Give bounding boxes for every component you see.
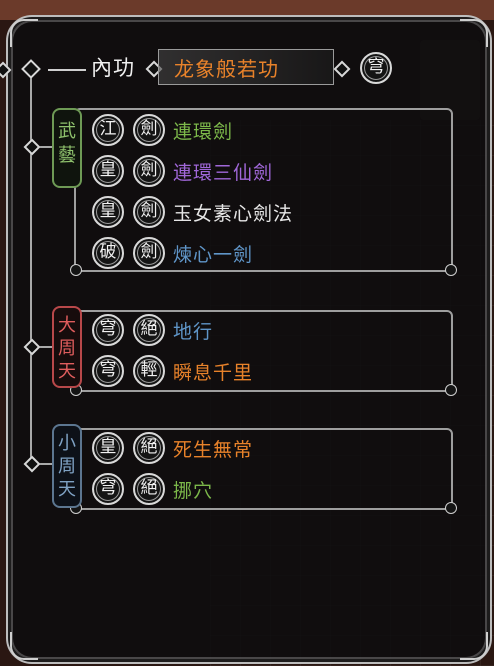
skill-type-badge: 劍 — [133, 155, 165, 187]
skill-type-badge: 劍 — [133, 196, 165, 228]
tag-char: 天 — [58, 361, 76, 382]
skill-slot[interactable]: 連環三仙劍 — [173, 158, 273, 185]
corner-ornament-icon — [445, 502, 457, 514]
skill-school-badge: 皇 — [92, 196, 124, 228]
skill-type-badge: 輕 — [133, 355, 165, 387]
martial-arts-group — [70, 108, 457, 276]
tag-char: 大 — [58, 315, 76, 336]
grand-circulation-tag: 大 周 天 — [52, 306, 82, 388]
panel-corner — [10, 632, 38, 660]
tag-char: 武 — [58, 121, 76, 142]
martial-arts-tag: 武 藝 — [52, 108, 82, 188]
skill-slot[interactable]: 地行 — [173, 317, 213, 344]
internal-art-label: 內功 — [91, 56, 135, 80]
skill-slot[interactable]: 死生無常 — [173, 435, 253, 462]
skill-slot[interactable]: 玉女素心劍法 — [173, 199, 293, 226]
tag-char: 周 — [58, 338, 76, 359]
skill-type-badge: 絕 — [133, 432, 165, 464]
internal-art-value: 龙象般若功 — [174, 57, 279, 81]
tag-char: 藝 — [58, 145, 76, 166]
skill-type-badge: 絕 — [133, 473, 165, 505]
skill-type-badge: 劍 — [133, 237, 165, 269]
skill-slot[interactable]: 挪穴 — [173, 476, 213, 503]
panel-corner — [460, 19, 488, 47]
skill-school-badge: 穹 — [92, 314, 124, 346]
skill-school-badge: 破 — [92, 237, 124, 269]
tree-trunk-line — [30, 70, 32, 465]
skill-school-badge: 江 — [92, 114, 124, 146]
corner-ornament-icon — [70, 264, 82, 276]
minor-circulation-group — [70, 428, 457, 514]
skill-school-badge: 皇 — [92, 155, 124, 187]
skill-type-badge: 劍 — [133, 114, 165, 146]
minor-circulation-tag: 小 周 天 — [52, 424, 82, 508]
skill-school-badge: 穹 — [92, 473, 124, 505]
skill-school-badge: 穹 — [92, 355, 124, 387]
skill-slot[interactable]: 連環劍 — [173, 117, 233, 144]
skill-slot[interactable]: 煉心一劍 — [173, 240, 253, 267]
tag-char: 周 — [58, 456, 76, 477]
tag-char: 天 — [58, 479, 76, 500]
corner-ornament-icon — [445, 384, 457, 396]
skill-type-badge: 絕 — [133, 314, 165, 346]
internal-art-rank-badge: 穹 — [360, 52, 392, 84]
panel-corner — [10, 19, 38, 47]
panel-corner — [460, 632, 488, 660]
skill-slot[interactable]: 瞬息千里 — [173, 358, 253, 385]
skill-school-badge: 皇 — [92, 432, 124, 464]
tag-char: 小 — [58, 433, 76, 454]
corner-ornament-icon — [445, 264, 457, 276]
grand-circulation-group — [70, 310, 457, 396]
header-connector-line — [48, 69, 86, 71]
